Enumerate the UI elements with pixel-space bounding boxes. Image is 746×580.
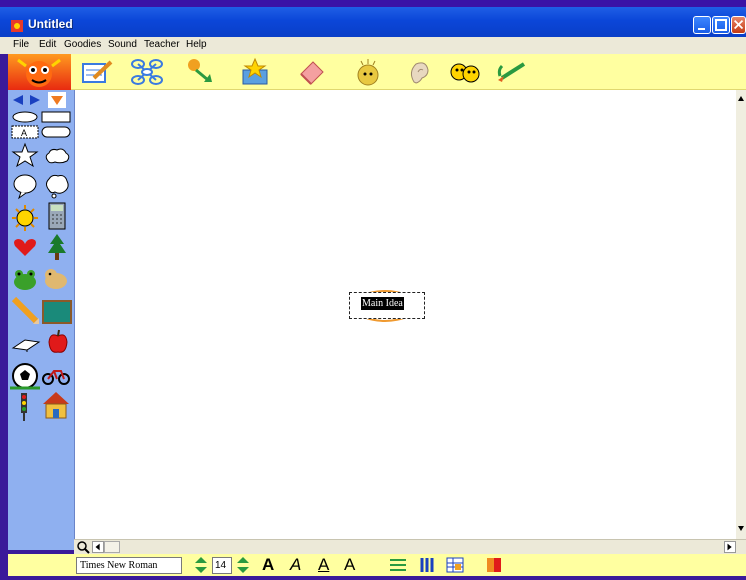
scroll-up-icon[interactable] [736,92,746,104]
arrow-link-icon[interactable] [184,56,218,88]
italic-button[interactable]: A [290,555,301,575]
sun-icon[interactable] [11,204,39,235]
speech-bubble-icon[interactable] [11,172,39,203]
columns-icon[interactable] [418,556,438,574]
text-box-shape-icon[interactable]: A [11,125,39,142]
category-dropdown-icon[interactable] [48,92,66,108]
pencil-icon[interactable] [11,296,41,329]
star-shape-icon[interactable] [11,142,39,171]
line-spacing-icon[interactable] [388,556,408,574]
menu-goodies[interactable]: Goodies [64,39,101,50]
horizontal-scrollbar[interactable] [74,539,746,554]
menu-edit[interactable]: Edit [39,39,56,50]
thought-bubble-icon[interactable] [43,172,71,203]
eraser-icon[interactable] [295,56,329,88]
menu-teacher[interactable]: Teacher [144,39,180,50]
zoom-magnifier-icon[interactable] [76,540,90,554]
dog-icon[interactable] [41,266,71,295]
table-grid-icon[interactable] [445,556,465,574]
maximize-button[interactable] [712,16,730,34]
size-up-down-icon[interactable] [236,556,250,574]
vertical-scrollbar[interactable] [736,90,746,539]
book-icon[interactable] [11,334,41,355]
minimize-button[interactable] [693,16,711,34]
font-up-down-icon[interactable] [194,556,208,574]
idea-icon[interactable] [351,56,385,88]
calculator-icon[interactable] [47,202,67,233]
next-arrow-icon[interactable] [28,93,42,110]
diagram-canvas[interactable]: Main Idea [74,90,736,539]
top-strip [0,0,746,7]
main-toolbar [8,54,746,90]
teacher-icon[interactable] [448,56,482,88]
chalkboard-icon[interactable] [42,300,72,327]
menu-sound[interactable]: Sound [108,39,137,50]
window-title: Untitled [28,17,73,31]
title-bar: Untitled [0,7,746,37]
svg-text:A: A [21,128,27,138]
font-size-select[interactable]: 14 [212,557,232,574]
scroll-right-button[interactable] [724,541,736,553]
bicycle-icon[interactable] [41,366,71,389]
prev-arrow-icon[interactable] [11,93,25,110]
rounded-rect-shape-icon[interactable] [41,125,71,142]
heart-icon[interactable] [11,236,39,261]
traffic-light-icon[interactable] [19,392,29,425]
house-icon[interactable] [41,390,71,423]
menu-file[interactable]: File [13,39,29,50]
symbol-box-icon[interactable] [238,56,272,88]
node-label[interactable]: Main Idea [361,297,404,310]
bold-button[interactable]: A [262,555,274,575]
menu-help[interactable]: Help [186,39,207,50]
horizontal-scroll-thumb[interactable] [104,541,120,553]
underline-button[interactable]: A [318,555,329,575]
apple-icon[interactable] [46,328,70,359]
close-button[interactable] [731,16,746,34]
formatting-bar: Times New Roman 14 A A A A [8,554,746,576]
cloud-shape-icon[interactable] [43,146,71,169]
frog-icon[interactable] [11,266,39,295]
tree-icon[interactable] [46,232,68,265]
menu-bar: File Edit Goodies Sound Teacher Help [0,37,746,54]
listen-icon[interactable] [402,56,436,88]
notes-icon[interactable] [80,56,114,88]
color-picker-icon[interactable] [484,556,504,574]
symbol-sidebar: A [8,90,74,550]
text-style-button[interactable]: A [344,555,355,575]
scroll-down-icon[interactable] [736,522,746,534]
diagram-icon[interactable] [130,56,164,88]
soccer-ball-icon[interactable] [10,362,40,393]
app-icon [11,20,23,32]
font-family-select[interactable]: Times New Roman [76,557,182,574]
paintbrush-icon[interactable] [494,56,528,88]
scroll-left-button[interactable] [92,541,104,553]
mascot-icon[interactable] [8,54,71,90]
main-idea-node[interactable]: Main Idea [349,290,425,322]
